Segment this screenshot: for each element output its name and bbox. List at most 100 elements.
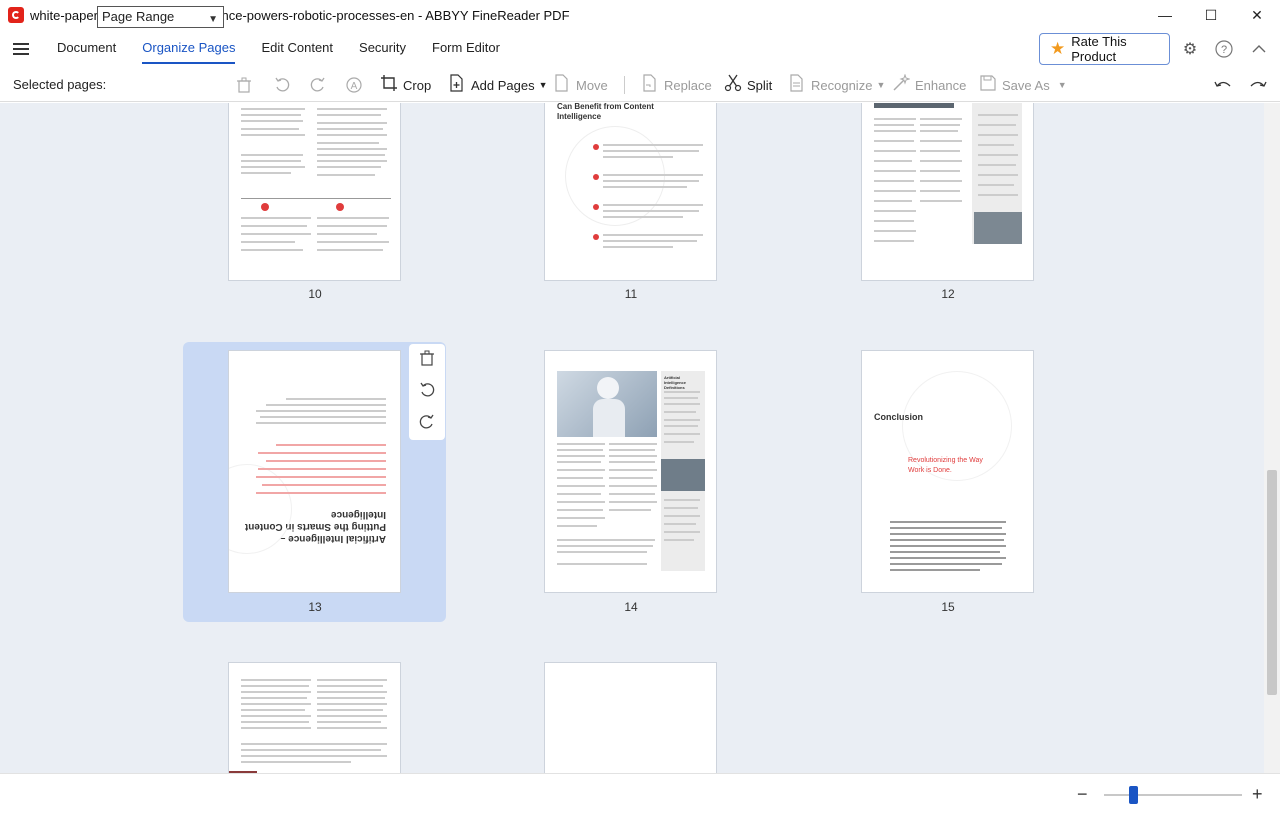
settings-gear-icon[interactable]: ⚙ xyxy=(1180,39,1200,59)
maximize-button[interactable]: ☐ xyxy=(1188,0,1234,30)
tab-security[interactable]: Security xyxy=(347,30,418,68)
recognize-button[interactable]: Recognize ▼ xyxy=(788,73,886,97)
replace-page-icon xyxy=(641,73,659,97)
app-logo-icon xyxy=(8,7,24,23)
split-label: Split xyxy=(747,77,773,93)
svg-text:A: A xyxy=(351,81,358,92)
organize-toolbar: Selected pages: xyxy=(0,68,1280,102)
help-icon[interactable]: ? xyxy=(1214,39,1234,59)
close-button[interactable]: ✕ xyxy=(1234,0,1280,30)
redo-button[interactable] xyxy=(1249,74,1267,96)
chevron-down-icon: ▼ xyxy=(876,80,886,90)
rotate-right-button[interactable] xyxy=(310,74,326,96)
enhance-button[interactable]: Enhance xyxy=(892,72,967,97)
save-as-button[interactable]: Save As ▼ xyxy=(979,74,1067,96)
add-pages-label: Add Pages xyxy=(471,77,535,93)
page-range-value: Page Range xyxy=(102,9,175,24)
selected-pages-label: Selected pages: xyxy=(13,77,107,92)
page-actions-panel xyxy=(409,344,445,440)
trash-icon xyxy=(237,77,251,93)
save-as-label: Save As xyxy=(1002,77,1050,93)
chevron-down-icon: ▼ xyxy=(1057,80,1067,90)
auto-orient-icon: A xyxy=(346,77,362,93)
page-range-select[interactable]: Page Range ▼ xyxy=(97,6,224,28)
page-11-heading-b: Intelligence xyxy=(557,112,602,121)
page-number-13: 13 xyxy=(308,600,322,614)
scrollbar-thumb[interactable] xyxy=(1267,470,1277,695)
page-15-heading: Conclusion xyxy=(874,412,923,422)
collapse-ribbon-icon[interactable] xyxy=(1249,39,1269,59)
chevron-down-icon: ▼ xyxy=(208,14,218,25)
page-thumbnail-14[interactable]: Artificial Intelligence Definitions xyxy=(544,350,717,593)
add-pages-button[interactable]: Add Pages ▼ xyxy=(448,73,548,97)
rotate-page-right-icon[interactable] xyxy=(419,414,435,434)
page-thumbnail-15[interactable]: Conclusion Revolutionizing the Way Work … xyxy=(861,350,1034,593)
page-number-10: 10 xyxy=(308,287,322,301)
chevron-down-icon: ▼ xyxy=(538,80,548,90)
zoom-out-icon[interactable]: − xyxy=(1077,784,1088,805)
rotate-left-button[interactable] xyxy=(274,74,290,96)
split-button[interactable]: Split xyxy=(724,74,772,96)
save-icon xyxy=(979,74,997,97)
tab-organize-pages[interactable]: Organize Pages xyxy=(130,30,247,68)
redo-icon xyxy=(1250,81,1267,87)
magic-wand-icon xyxy=(892,72,911,97)
page-thumbnail-11[interactable]: Can Benefit from Content Intelligence xyxy=(544,103,717,281)
zoom-in-icon[interactable]: + xyxy=(1252,784,1263,805)
page-thumbnail-13[interactable]: Artificial Intelligence – Putting the Sm… xyxy=(228,350,401,593)
page-number-15: 15 xyxy=(941,600,955,614)
vertical-scrollbar[interactable] xyxy=(1264,103,1280,773)
page-number-11: 11 xyxy=(624,287,638,301)
recognize-icon xyxy=(788,73,806,97)
page-thumbnail-10[interactable] xyxy=(228,103,401,281)
crop-button[interactable]: Crop xyxy=(380,74,431,96)
undo-button[interactable] xyxy=(1214,74,1232,96)
rotate-right-icon xyxy=(310,77,325,92)
scissors-icon xyxy=(724,74,742,97)
tab-document[interactable]: Document xyxy=(45,30,128,68)
page-number-12: 12 xyxy=(941,287,955,301)
tab-form-editor[interactable]: Form Editor xyxy=(420,30,512,68)
page-13-title-c: Intelligence xyxy=(330,509,386,520)
page-thumbnail-17[interactable] xyxy=(544,662,717,773)
move-label: Move xyxy=(576,77,608,93)
replace-label: Replace xyxy=(664,77,712,93)
page-thumbnails-area[interactable]: 10 Can Benefit from Content Intelligence… xyxy=(0,103,1264,773)
page-number-14: 14 xyxy=(624,600,638,614)
replace-button[interactable]: Replace xyxy=(641,73,712,97)
status-bar: − + xyxy=(0,773,1280,814)
crop-label: Crop xyxy=(403,77,432,93)
delete-pages-button[interactable] xyxy=(236,74,252,96)
auto-orient-button[interactable]: A xyxy=(345,74,363,96)
hamburger-menu-icon[interactable] xyxy=(13,43,29,55)
enhance-label: Enhance xyxy=(915,77,967,93)
move-page-icon xyxy=(553,73,571,97)
svg-text:?: ? xyxy=(1221,44,1227,56)
tab-edit-content[interactable]: Edit Content xyxy=(249,30,345,68)
crop-icon xyxy=(380,74,398,97)
page-14-sidebar: Artificial Intelligence Definitions xyxy=(661,371,705,571)
add-page-icon xyxy=(448,73,466,97)
undo-icon xyxy=(1214,81,1231,87)
window-controls: — ☐ ✕ xyxy=(1142,0,1280,30)
recognize-label: Recognize xyxy=(811,77,873,93)
toolbar-divider xyxy=(624,76,625,94)
zoom-slider-handle[interactable] xyxy=(1129,786,1138,804)
page-11-heading-a: Can Benefit from Content xyxy=(557,103,654,111)
rate-product-label: Rate This Product xyxy=(1071,34,1127,64)
rotate-left-icon xyxy=(275,77,290,92)
rotate-page-left-icon[interactable] xyxy=(419,382,435,402)
page-15-subheading-b: Work is Done. xyxy=(908,467,952,474)
star-icon: ★ xyxy=(1050,39,1066,58)
page-15-subheading-a: Revolutionizing the Way xyxy=(908,457,983,464)
move-button[interactable]: Move xyxy=(553,73,608,97)
page-thumbnail-12[interactable] xyxy=(861,103,1034,281)
delete-page-trash-icon[interactable] xyxy=(419,350,435,370)
menu-bar: Document Organize Pages Edit Content Sec… xyxy=(0,30,1280,68)
page-thumbnail-16[interactable] xyxy=(228,662,401,773)
page-13-title-a: Artificial Intelligence – xyxy=(279,533,386,544)
minimize-button[interactable]: — xyxy=(1142,0,1188,30)
rate-product-button[interactable]: ★ Rate This Product xyxy=(1039,33,1170,65)
page-14-sidebar-heading: Artificial Intelligence Definitions xyxy=(664,375,687,390)
zoom-slider-track[interactable] xyxy=(1104,794,1242,796)
